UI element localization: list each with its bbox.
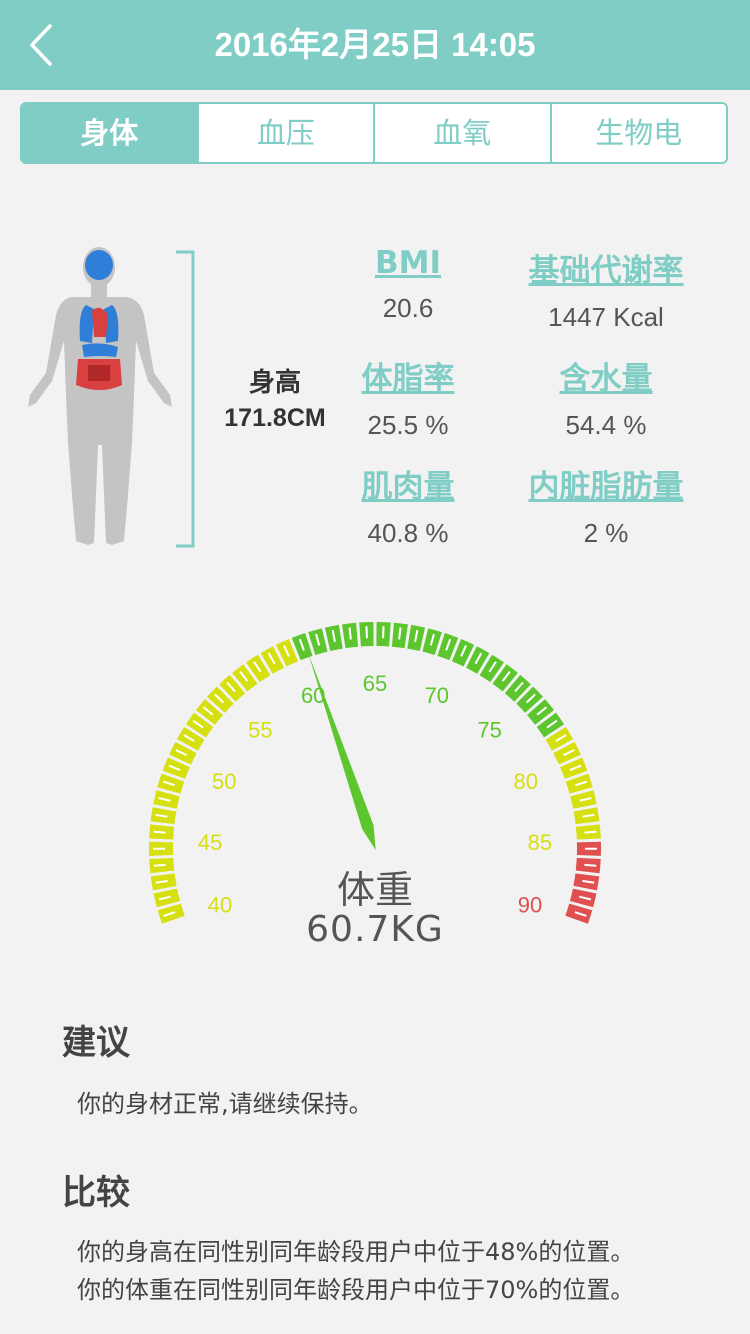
- metric-muscle[interactable]: 肌肉量 40.8 %: [298, 461, 518, 549]
- compare-line-weight: 你的体重在同性别同年龄段用户中位于70%的位置。: [77, 1276, 635, 1304]
- page-title: 2016年2月25日 14:05: [214, 26, 536, 63]
- metric-label[interactable]: 基础代谢率: [496, 245, 716, 290]
- metric-label[interactable]: 肌肉量: [298, 461, 518, 506]
- gauge-tick-label: 70: [425, 683, 449, 708]
- metric-body-fat[interactable]: 体脂率 25.5 %: [298, 353, 518, 441]
- metric-bmi[interactable]: BMI 20.6: [298, 245, 518, 324]
- metric-value: 20.6: [382, 293, 434, 323]
- gauge-tick-label: 45: [198, 830, 222, 855]
- metric-water[interactable]: 含水量 54.4 %: [496, 353, 716, 441]
- gauge-label: 体重: [336, 868, 413, 912]
- tab-blood-oxygen[interactable]: 血氧: [373, 104, 550, 162]
- gauge-tick: [153, 863, 166, 867]
- compare-line-height: 你的身高在同性别同年龄段用户中位于48%的位置。: [77, 1238, 635, 1266]
- metric-value: 25.5 %: [367, 410, 449, 440]
- tab-bioelectric[interactable]: 生物电: [549, 104, 726, 162]
- gauge-tick: [584, 830, 597, 834]
- gauge-readout: 体重 60.7KG: [250, 870, 500, 950]
- gauge-tick-label: 65: [363, 671, 387, 696]
- gauge-tick: [348, 627, 352, 640]
- gauge-tick-label: 50: [212, 769, 236, 794]
- gauge-tick-label: 80: [513, 769, 537, 794]
- advice-title: 建议: [62, 1023, 130, 1063]
- gauge-tick-label: 85: [528, 830, 552, 855]
- gauge-tick-label: 55: [248, 717, 272, 742]
- metric-value: 54.4 %: [565, 410, 647, 440]
- gauge-tick: [398, 627, 402, 640]
- metric-bmr[interactable]: 基础代谢率 1447 Kcal: [496, 245, 716, 333]
- tab-bar: 身体 血压 血氧 生物电: [20, 102, 728, 164]
- top-bar: 2016年2月25日 14:05: [0, 0, 750, 90]
- metric-value: 2 %: [583, 518, 629, 548]
- metric-label[interactable]: 内脏脂肪量: [496, 461, 716, 506]
- gauge-tick-label: 75: [477, 717, 501, 742]
- gauge-value: 60.7KG: [306, 909, 444, 950]
- human-body-organs-icon: [28, 247, 172, 545]
- gauge-tick-label: 40: [208, 892, 232, 917]
- metric-visceral-fat[interactable]: 内脏脂肪量 2 %: [496, 461, 716, 549]
- gauge-tick: [584, 863, 597, 867]
- gauge-tick: [153, 830, 166, 834]
- compare-title: 比较: [62, 1173, 130, 1213]
- tab-body[interactable]: 身体: [22, 104, 197, 162]
- advice-text: 你的身材正常,请继续保持。: [77, 1090, 373, 1118]
- bracket-divider: [176, 250, 195, 548]
- gauge-tick-label: 90: [518, 892, 542, 917]
- metric-label[interactable]: 体脂率: [298, 353, 518, 398]
- metric-label[interactable]: 含水量: [496, 353, 716, 398]
- tab-blood-pressure[interactable]: 血压: [196, 104, 373, 162]
- metric-value: 1447 Kcal: [548, 302, 664, 332]
- metric-value: 40.8 %: [367, 518, 449, 548]
- metric-label[interactable]: BMI: [298, 245, 518, 281]
